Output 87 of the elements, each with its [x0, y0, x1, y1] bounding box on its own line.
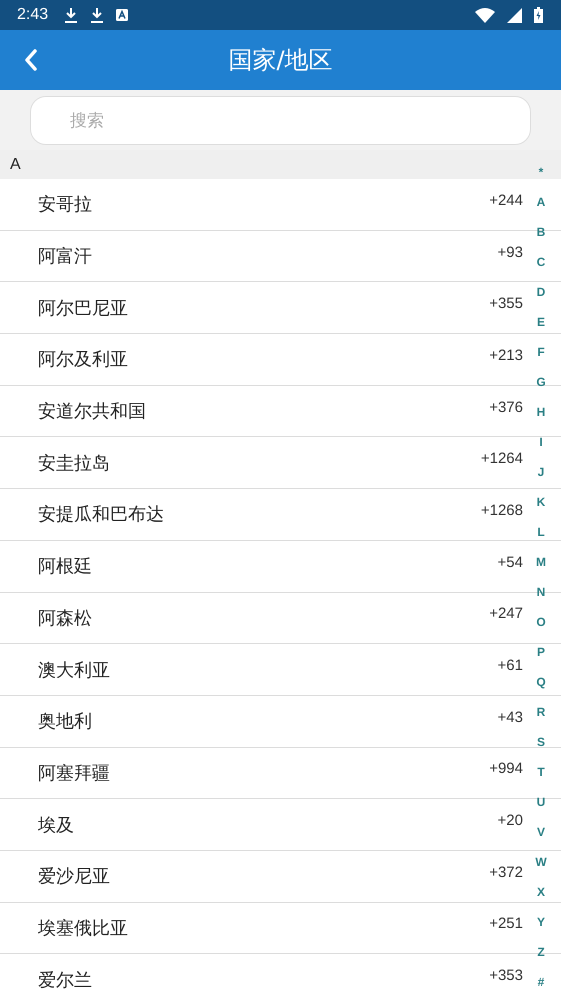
search-field[interactable]: 搜索 [30, 96, 531, 145]
index-letter[interactable]: Y [536, 907, 545, 937]
country-row[interactable]: 爱尔兰 +353 [0, 954, 530, 997]
index-letter[interactable]: W [535, 847, 547, 877]
country-name: 安圭拉岛 [38, 452, 111, 475]
dial-code: +251 [489, 915, 523, 932]
index-letter[interactable]: A [536, 187, 546, 217]
dial-code: +353 [489, 967, 523, 984]
battery-icon [534, 7, 543, 23]
country-name: 阿根廷 [38, 555, 93, 578]
country-row[interactable]: 奥地利 +43 [0, 696, 530, 747]
back-icon [24, 48, 38, 72]
country-row[interactable]: 安提瓜和巴布达 +1268 [0, 489, 530, 540]
index-letter[interactable]: X [536, 877, 545, 907]
country-name: 爱沙尼亚 [38, 865, 111, 888]
dial-code: +994 [489, 760, 523, 778]
country-name: 爱尔兰 [38, 968, 93, 992]
country-name: 阿富汗 [38, 245, 93, 268]
index-letter[interactable]: V [536, 817, 545, 847]
index-letter[interactable]: F [537, 337, 545, 367]
dial-code: +61 [498, 657, 523, 674]
index-letter[interactable]: L [537, 517, 545, 547]
index-letter[interactable]: M [536, 547, 546, 577]
country-name: 安提瓜和巴布达 [38, 503, 165, 526]
dial-code: +54 [498, 554, 523, 571]
index-letter[interactable]: H [536, 397, 546, 427]
keyboard-icon [116, 9, 128, 21]
index-letter[interactable]: N [536, 577, 546, 607]
country-name: 奥地利 [38, 710, 93, 734]
page-title: 国家/地区 [228, 45, 333, 76]
dial-code: +213 [489, 346, 523, 364]
country-name: 阿尔巴尼亚 [38, 296, 129, 320]
country-row[interactable]: 阿根廷 +54 [0, 540, 530, 592]
index-letter[interactable]: B [536, 217, 546, 247]
index-letter[interactable]: C [536, 247, 546, 277]
index-letter[interactable]: Z [537, 937, 545, 967]
dial-code: +247 [489, 605, 523, 622]
dial-code: +20 [498, 812, 523, 830]
index-letter[interactable]: I [539, 427, 543, 457]
dial-code: +43 [498, 708, 523, 726]
index-letter[interactable]: D [536, 277, 546, 307]
download-icon [90, 7, 104, 23]
dial-code: +372 [489, 864, 523, 881]
index-letter[interactable]: # [538, 967, 544, 997]
signal-icon [507, 8, 522, 22]
section-letter: A [10, 156, 21, 174]
dial-code: +93 [498, 244, 523, 261]
country-name: 阿森松 [38, 606, 93, 630]
country-name: 埃塞俄比亚 [38, 916, 129, 940]
index-letter[interactable]: S [536, 727, 545, 757]
country-row[interactable]: 阿尔及利亚 +213 [0, 334, 530, 385]
country-row[interactable]: 阿尔巴尼亚 +355 [0, 282, 530, 334]
country-name: 安道尔共和国 [38, 400, 147, 424]
country-row[interactable]: 阿富汗 +93 [0, 230, 530, 282]
download-icon [64, 7, 78, 23]
country-name: 安哥拉 [38, 193, 93, 216]
index-letter[interactable]: R [536, 697, 546, 727]
dial-code: +355 [489, 295, 523, 312]
country-row[interactable]: 安哥拉 +244 [0, 179, 530, 230]
country-row[interactable]: 阿森松 +247 [0, 592, 530, 644]
country-row[interactable]: 阿塞拜疆 +994 [0, 748, 530, 798]
country-name: 澳大利亚 [38, 658, 111, 682]
index-letter[interactable]: T [537, 757, 545, 787]
dial-code: +1268 [480, 502, 523, 519]
country-row[interactable]: 安圭拉岛 +1264 [0, 437, 530, 488]
index-letter[interactable]: P [536, 637, 545, 667]
index-letter[interactable]: K [536, 487, 546, 517]
index-letter[interactable]: E [536, 307, 545, 337]
country-row[interactable]: 爱沙尼亚 +372 [0, 850, 530, 902]
dial-code: +244 [489, 192, 523, 209]
index-letter[interactable]: J [538, 457, 544, 487]
country-row[interactable]: 埃及 +20 [0, 799, 530, 850]
country-row[interactable]: 澳大利亚 +61 [0, 644, 530, 695]
index-letter[interactable]: Q [536, 667, 546, 697]
dial-code: +376 [489, 398, 523, 416]
country-row[interactable]: 埃塞俄比亚 +251 [0, 902, 530, 954]
index-letter[interactable]: G [536, 367, 546, 397]
country-row[interactable]: 安道尔共和国 +376 [0, 386, 530, 436]
status-time: 2:43 [17, 6, 48, 24]
country-name: 阿塞拜疆 [38, 762, 111, 785]
index-letter[interactable]: * [538, 157, 544, 187]
index-letter[interactable]: U [536, 787, 546, 817]
dial-code: +1264 [480, 450, 523, 468]
wifi-icon [475, 8, 495, 22]
index-letter[interactable]: O [536, 607, 546, 637]
country-name: 埃及 [38, 814, 75, 837]
country-name: 阿尔及利亚 [38, 348, 129, 372]
